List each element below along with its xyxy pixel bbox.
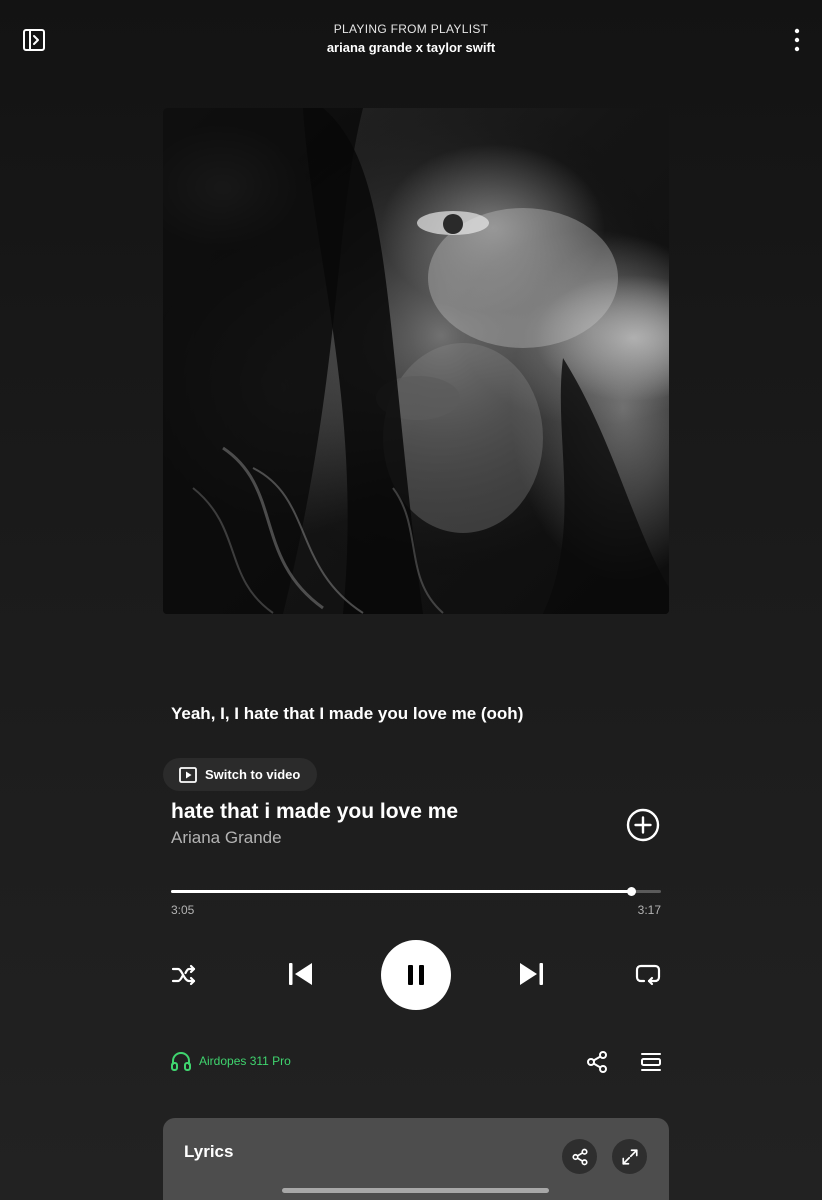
shuffle-icon (171, 964, 196, 986)
skip-previous-icon (289, 963, 312, 985)
home-indicator[interactable] (282, 1188, 549, 1193)
video-play-icon (179, 766, 197, 783)
track-artist[interactable]: Ariana Grande (171, 828, 282, 848)
next-track-button[interactable] (516, 958, 548, 990)
skip-next-icon (520, 963, 543, 985)
queue-icon (641, 1053, 661, 1071)
play-pause-button[interactable] (381, 940, 451, 1010)
progress-fill (171, 890, 632, 893)
repeat-button[interactable] (634, 961, 662, 989)
playing-from-label: PLAYING FROM PLAYLIST (333, 22, 489, 36)
album-artwork (163, 108, 669, 614)
total-duration: 3:17 (637, 903, 661, 917)
headphones-icon (171, 1051, 191, 1071)
more-options-button[interactable] (786, 28, 808, 52)
expand-icon (621, 1148, 638, 1165)
lyrics-heading: Lyrics (184, 1142, 234, 1161)
pause-icon (408, 965, 424, 985)
switch-to-video-label: Switch to video (205, 767, 301, 782)
progress-bar[interactable] (171, 887, 661, 896)
add-to-library-button[interactable] (626, 808, 660, 842)
shuffle-button[interactable] (170, 961, 198, 989)
elapsed-time: 3:05 (171, 903, 195, 917)
share-icon (571, 1148, 588, 1165)
sidebar-toggle-button[interactable] (22, 28, 46, 52)
lyrics-share-button[interactable] (562, 1139, 597, 1174)
playlist-name[interactable]: ariana grande x taylor swift (200, 40, 622, 55)
queue-button[interactable] (639, 1050, 663, 1074)
device-name: Airdopes 311 Pro (199, 1054, 291, 1068)
repeat-icon (635, 964, 661, 986)
connected-device[interactable]: Airdopes 311 Pro (170, 1050, 291, 1072)
sidebar-panel-icon (23, 29, 45, 51)
share-button[interactable] (585, 1050, 609, 1074)
progress-knob[interactable] (627, 887, 637, 896)
lyrics-expand-button[interactable] (612, 1139, 647, 1174)
previous-track-button[interactable] (284, 958, 316, 990)
more-vertical-icon (794, 28, 800, 52)
current-lyric-line[interactable]: Yeah, I, I hate that I made you love me … (171, 704, 523, 724)
now-playing-context: PLAYING FROM PLAYLIST ariana grande x ta… (200, 22, 622, 55)
share-icon (587, 1051, 607, 1073)
add-circle-icon (626, 808, 660, 842)
track-title[interactable]: hate that i made you love me (171, 800, 458, 824)
switch-to-video-button[interactable]: Switch to video (163, 758, 318, 791)
